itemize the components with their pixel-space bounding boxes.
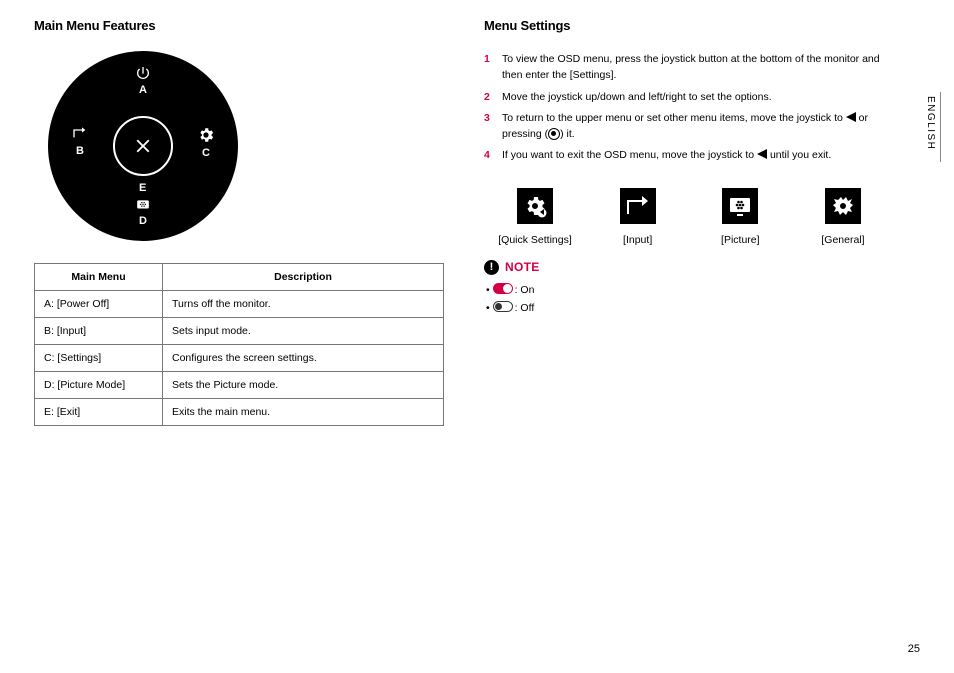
triangle-left-icon <box>846 112 856 122</box>
wheel-label-a: A <box>123 84 163 96</box>
wheel-left: B <box>60 126 100 157</box>
step-2: 2 Move the joystick up/down and left/rig… <box>484 89 894 105</box>
icon-general: [General] <box>798 188 888 246</box>
icon-picture: [Picture] <box>695 188 785 246</box>
general-icon <box>831 194 855 218</box>
wheel-label-d: D <box>123 215 163 227</box>
table-row: E: [Exit]Exits the main menu. <box>35 399 444 426</box>
quick-settings-icon <box>523 194 547 218</box>
icon-label: [Quick Settings] <box>498 234 572 246</box>
picture-icon <box>134 198 152 212</box>
table-row: A: [Power Off]Turns off the monitor. <box>35 291 444 318</box>
wheel-center: E <box>113 116 173 176</box>
step-text: If you want to exit the OSD menu, move t… <box>502 147 831 163</box>
power-icon <box>135 65 151 81</box>
joystick-icon <box>548 128 560 140</box>
settings-icon-row: [Quick Settings] [Input] [Picture] [Gene… <box>490 188 888 246</box>
note-list: : On : Off <box>486 281 894 319</box>
icon-label: [General] <box>821 234 864 246</box>
right-column: Menu Settings 1 To view the OSD menu, pr… <box>484 18 894 426</box>
table-row: C: [Settings]Configures the screen setti… <box>35 345 444 372</box>
note-label: NOTE <box>505 260 540 274</box>
step-1: 1 To view the OSD menu, press the joysti… <box>484 51 894 84</box>
step-text: Move the joystick up/down and left/right… <box>502 89 772 105</box>
table-row: D: [Picture Mode]Sets the Picture mode. <box>35 372 444 399</box>
note-on: : On <box>486 281 894 300</box>
wheel-label-e: E <box>139 182 146 194</box>
toggle-on-icon <box>493 283 513 294</box>
picture-icon <box>728 194 752 218</box>
wheel-right: C <box>186 126 226 159</box>
step-3: 3 To return to the upper menu or set oth… <box>484 110 894 143</box>
table-row: B: [Input]Sets input mode. <box>35 318 444 345</box>
note-heading: ! NOTE <box>484 260 894 275</box>
table-head-desc: Description <box>163 264 444 291</box>
main-menu-table: Main Menu Description A: [Power Off]Turn… <box>34 263 444 426</box>
step-4: 4 If you want to exit the OSD menu, move… <box>484 147 894 163</box>
heading-menu-settings: Menu Settings <box>484 18 894 33</box>
step-text: To view the OSD menu, press the joystick… <box>502 51 894 84</box>
wheel-label-b: B <box>60 145 100 157</box>
gear-icon <box>197 126 215 144</box>
triangle-left-icon <box>757 149 767 159</box>
wheel-bottom: D <box>123 198 163 227</box>
joystick-wheel: A B C D <box>48 51 444 241</box>
table-head-menu: Main Menu <box>35 264 163 291</box>
heading-main-menu-features: Main Menu Features <box>34 18 444 33</box>
icon-quick-settings: [Quick Settings] <box>490 188 580 246</box>
step-text: To return to the upper menu or set other… <box>502 110 894 143</box>
note-off: : Off <box>486 299 894 318</box>
steps-list: 1 To view the OSD menu, press the joysti… <box>484 51 894 164</box>
icon-label: [Picture] <box>721 234 760 246</box>
alert-icon: ! <box>484 260 499 275</box>
input-icon <box>71 126 89 142</box>
wheel-label-c: C <box>186 147 226 159</box>
toggle-off-icon <box>493 301 513 312</box>
language-label: ENGLISH <box>925 96 936 150</box>
page-number: 25 <box>908 643 920 655</box>
icon-label: [Input] <box>623 234 652 246</box>
wheel-top: A <box>123 65 163 96</box>
side-rule <box>940 92 941 162</box>
close-icon <box>132 135 154 157</box>
icon-input: [Input] <box>593 188 683 246</box>
left-column: Main Menu Features A B C <box>34 18 444 426</box>
input-icon <box>626 194 650 218</box>
